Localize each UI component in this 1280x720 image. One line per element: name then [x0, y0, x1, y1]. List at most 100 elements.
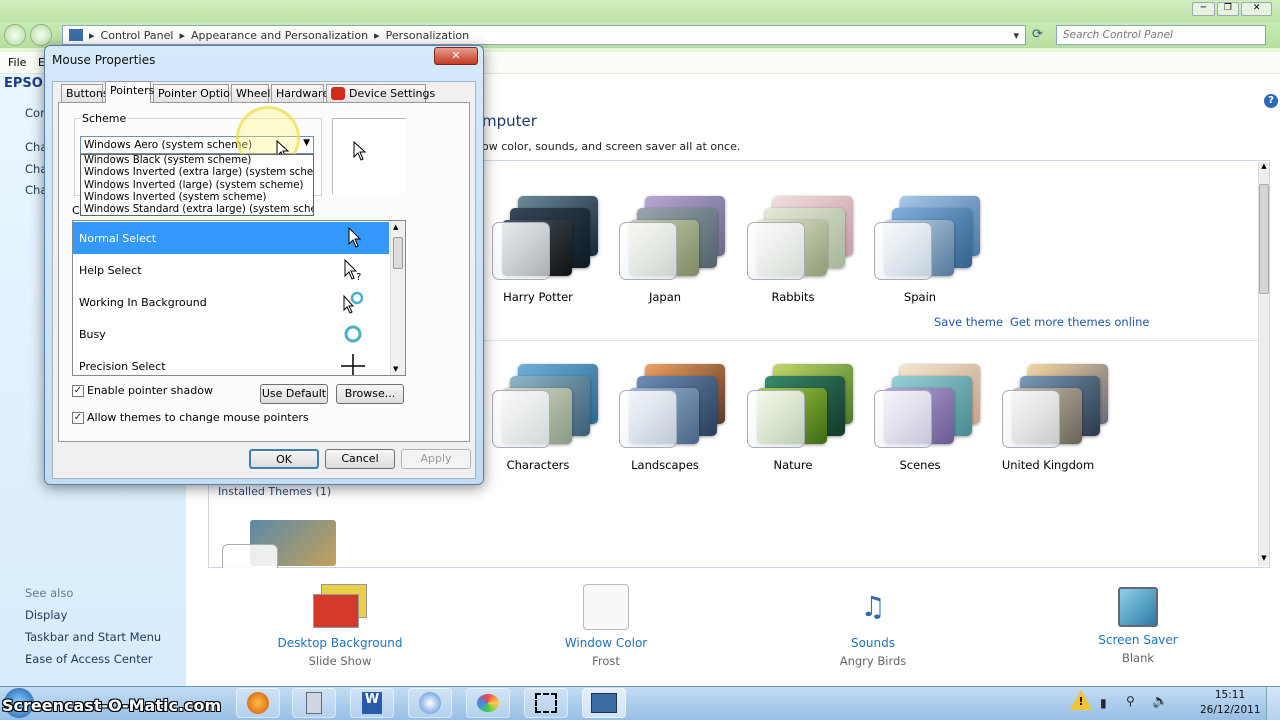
cancel-button[interactable]: Cancel [325, 449, 395, 469]
minimize-icon[interactable]: ─ [1192, 2, 1215, 16]
theme-nature[interactable]: Nature [733, 364, 853, 472]
breadcrumb-control-panel[interactable]: Control Panel [101, 29, 174, 42]
tab-hardware[interactable]: Hardware [271, 84, 329, 102]
apply-button[interactable]: Apply [401, 449, 471, 469]
paint-taskbar-icon[interactable] [466, 688, 510, 718]
tab-device-settings[interactable]: Device Settings [326, 84, 435, 102]
address-bar[interactable]: ▸ Control Panel ▸ Appearance and Persona… [62, 25, 1026, 45]
sounds-icon: ♫ [860, 590, 886, 623]
address-dropdown-icon[interactable]: ▾ [1013, 29, 1019, 42]
scroll-down-icon[interactable]: ▼ [1259, 554, 1269, 566]
taskbar-time[interactable]: 15:11 [1200, 689, 1260, 701]
theme-scenes[interactable]: Scenes [860, 364, 980, 472]
safari-taskbar-icon[interactable] [408, 688, 452, 718]
scheme-dropdown-list[interactable]: Windows Black (system scheme) Windows In… [80, 154, 314, 216]
see-also-display[interactable]: Display [25, 608, 67, 622]
desktop-background-icon [313, 584, 367, 630]
enable-pointer-shadow-checkbox[interactable]: ✓ [72, 385, 84, 397]
allow-themes-checkbox[interactable]: ✓ [72, 412, 84, 424]
see-also-heading: See also [25, 586, 74, 600]
sounds-setting[interactable]: ♫ Sounds Angry Birds [793, 584, 953, 668]
back-button[interactable] [4, 24, 26, 46]
chevron-down-icon[interactable]: ▼ [303, 138, 310, 148]
restore-icon[interactable]: ❐ [1216, 2, 1240, 16]
cursor-row-precision-select[interactable]: Precision Select [73, 350, 389, 375]
tab-pointers[interactable]: Pointers [105, 81, 154, 103]
theme-thumbnail [615, 196, 725, 280]
themes-scrollbar[interactable]: ▲ ▼ [1258, 162, 1269, 566]
cursor-list-scrollbar[interactable]: ▲ ▼ [390, 221, 405, 375]
theme-label: Harry Potter [503, 290, 573, 304]
screen-saver-icon [1118, 587, 1158, 627]
scheme-option[interactable]: Windows Inverted (large) (system scheme) [81, 180, 313, 192]
use-default-button[interactable]: Use Default [260, 384, 328, 404]
theme-united-kingdom[interactable]: United Kingdom [988, 364, 1108, 472]
screen-saver-setting[interactable]: Screen Saver Blank [1058, 584, 1218, 665]
search-input[interactable]: Search Control Panel [1056, 25, 1266, 45]
see-also-taskbar[interactable]: Taskbar and Start Menu [25, 630, 161, 644]
help-icon[interactable]: ? [1264, 94, 1278, 108]
theme-japan[interactable]: Japan [605, 196, 725, 304]
crosshair-cursor-icon [341, 354, 365, 375]
control-panel-taskbar-icon[interactable] [582, 688, 626, 718]
theme-characters[interactable]: Characters [478, 364, 598, 472]
close-icon[interactable]: ✕ [1241, 2, 1273, 16]
ok-button[interactable]: OK [249, 449, 319, 469]
tab-device-settings-label: Device Settings [349, 87, 436, 100]
cursor-row-busy[interactable]: Busy [73, 318, 389, 350]
forward-button[interactable] [30, 24, 52, 46]
theme-thumbnail [488, 364, 598, 448]
tab-pointer-options[interactable]: Pointer Options [153, 84, 243, 102]
scroll-up-icon[interactable]: ▲ [393, 223, 398, 231]
theme-label: Nature [773, 458, 813, 472]
theme-thumbnail [870, 196, 980, 280]
see-also-ease-of-access[interactable]: Ease of Access Center [25, 652, 153, 666]
scroll-thumb[interactable] [393, 237, 403, 269]
theme-thumbnail [743, 196, 853, 280]
cursor-name: Working In Background [79, 295, 207, 309]
save-theme-link[interactable]: Save theme [934, 315, 1003, 329]
word-taskbar-icon[interactable]: W [350, 688, 394, 718]
get-more-themes-link[interactable]: Get more themes online [1010, 315, 1149, 329]
scheme-option[interactable]: Windows Black (system scheme) [81, 155, 313, 167]
cursor-row-normal-select[interactable]: Normal Select [73, 222, 389, 254]
cursor-row-working-in-background[interactable]: Working In Background [73, 286, 389, 318]
browse-button[interactable]: Browse... [336, 384, 404, 404]
scroll-up-icon[interactable]: ▲ [1259, 162, 1269, 174]
scheme-option[interactable]: Windows Inverted (system scheme) [81, 192, 313, 204]
window-titlebar: ─ ❐ ✕ [0, 0, 1280, 22]
snipping-tool-taskbar-icon[interactable] [524, 688, 568, 718]
refresh-icon[interactable]: ⟳ [1032, 27, 1043, 42]
firefox-taskbar-icon[interactable] [236, 688, 280, 718]
theme-label: Characters [506, 458, 570, 472]
dialog-close-button[interactable]: ✕ [434, 47, 478, 65]
breadcrumb-personalization[interactable]: Personalization [386, 29, 469, 42]
theme-harry-potter[interactable]: Harry Potter [478, 196, 598, 304]
desktop-background-setting[interactable]: Desktop Background Slide Show [260, 584, 420, 668]
scroll-down-icon[interactable]: ▼ [393, 365, 398, 373]
busy-cursor-icon [344, 325, 362, 343]
window-color-setting[interactable]: Window Color Frost [526, 584, 686, 668]
scheme-option[interactable]: Windows Standard (extra large) (system s… [81, 204, 313, 215]
tab-wheel[interactable]: Wheel [231, 84, 270, 102]
scroll-thumb[interactable] [1259, 184, 1269, 294]
cursor-row-help-select[interactable]: Help Select ? [73, 254, 389, 286]
cursor-name: Normal Select [79, 231, 157, 245]
calculator-taskbar-icon[interactable] [292, 688, 336, 718]
theme-spain[interactable]: Spain [860, 196, 980, 304]
setting-title: Screen Saver [1098, 633, 1178, 647]
taskbar-date[interactable]: 26/12/2011 [1200, 704, 1261, 716]
breadcrumb-appearance[interactable]: Appearance and Personalization [191, 29, 368, 42]
power-icon[interactable]: ⚲ [1126, 694, 1135, 708]
tab-buttons[interactable]: Buttons [61, 84, 109, 102]
menu-file[interactable]: File [8, 56, 26, 69]
volume-icon[interactable]: 🔈 [1152, 694, 1168, 709]
show-desktop-button[interactable] [1266, 687, 1280, 720]
theme-label: Spain [903, 290, 937, 304]
scheme-option[interactable]: Windows Inverted (extra large) (system s… [81, 167, 313, 179]
theme-rabbits[interactable]: Rabbits [733, 196, 853, 304]
theme-landscapes[interactable]: Landscapes [605, 364, 725, 472]
cursor-list[interactable]: Normal Select Help Select ? Working In B… [72, 220, 406, 376]
network-icon[interactable]: ▮ [1100, 696, 1107, 710]
device-settings-icon [331, 87, 345, 100]
